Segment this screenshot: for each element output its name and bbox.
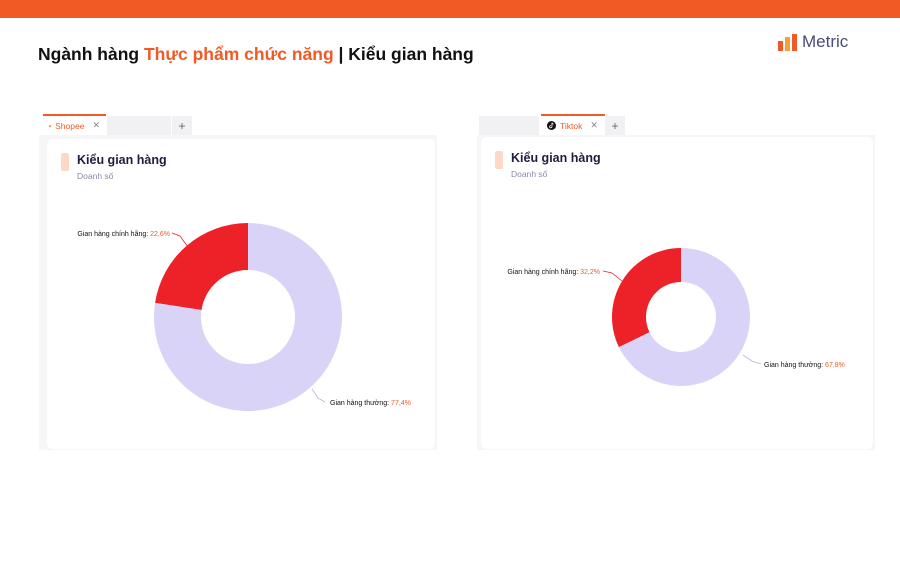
donut-slice xyxy=(612,248,681,348)
data-label-value: 32,2% xyxy=(580,269,600,276)
data-label: Gian hàng chính hãng: 32,2% xyxy=(507,269,600,276)
leader-line xyxy=(311,388,326,403)
leader-line xyxy=(171,232,189,248)
data-label-value: 77,4% xyxy=(391,400,411,407)
data-label: Gian hàng thường: 77,4% xyxy=(330,400,411,407)
data-label: Gian hàng chính hãng: 22,6% xyxy=(77,231,170,238)
data-label: Gian hàng thường: 67,8% xyxy=(764,362,845,369)
leader-line xyxy=(602,270,623,282)
data-label-value: 67,8% xyxy=(825,362,845,369)
donut-charts: Gian hàng chính hãng: 22,6% Gian hàng thư… xyxy=(77,223,845,411)
data-label-category: Gian hàng chính hãng: xyxy=(77,231,150,238)
data-label-category: Gian hàng chính hãng: xyxy=(507,269,580,276)
data-label-value: 22,6% xyxy=(150,231,170,238)
data-label-category: Gian hàng thường: xyxy=(330,400,391,407)
data-label-category: Gian hàng thường: xyxy=(764,362,825,369)
leader-line xyxy=(742,354,762,365)
